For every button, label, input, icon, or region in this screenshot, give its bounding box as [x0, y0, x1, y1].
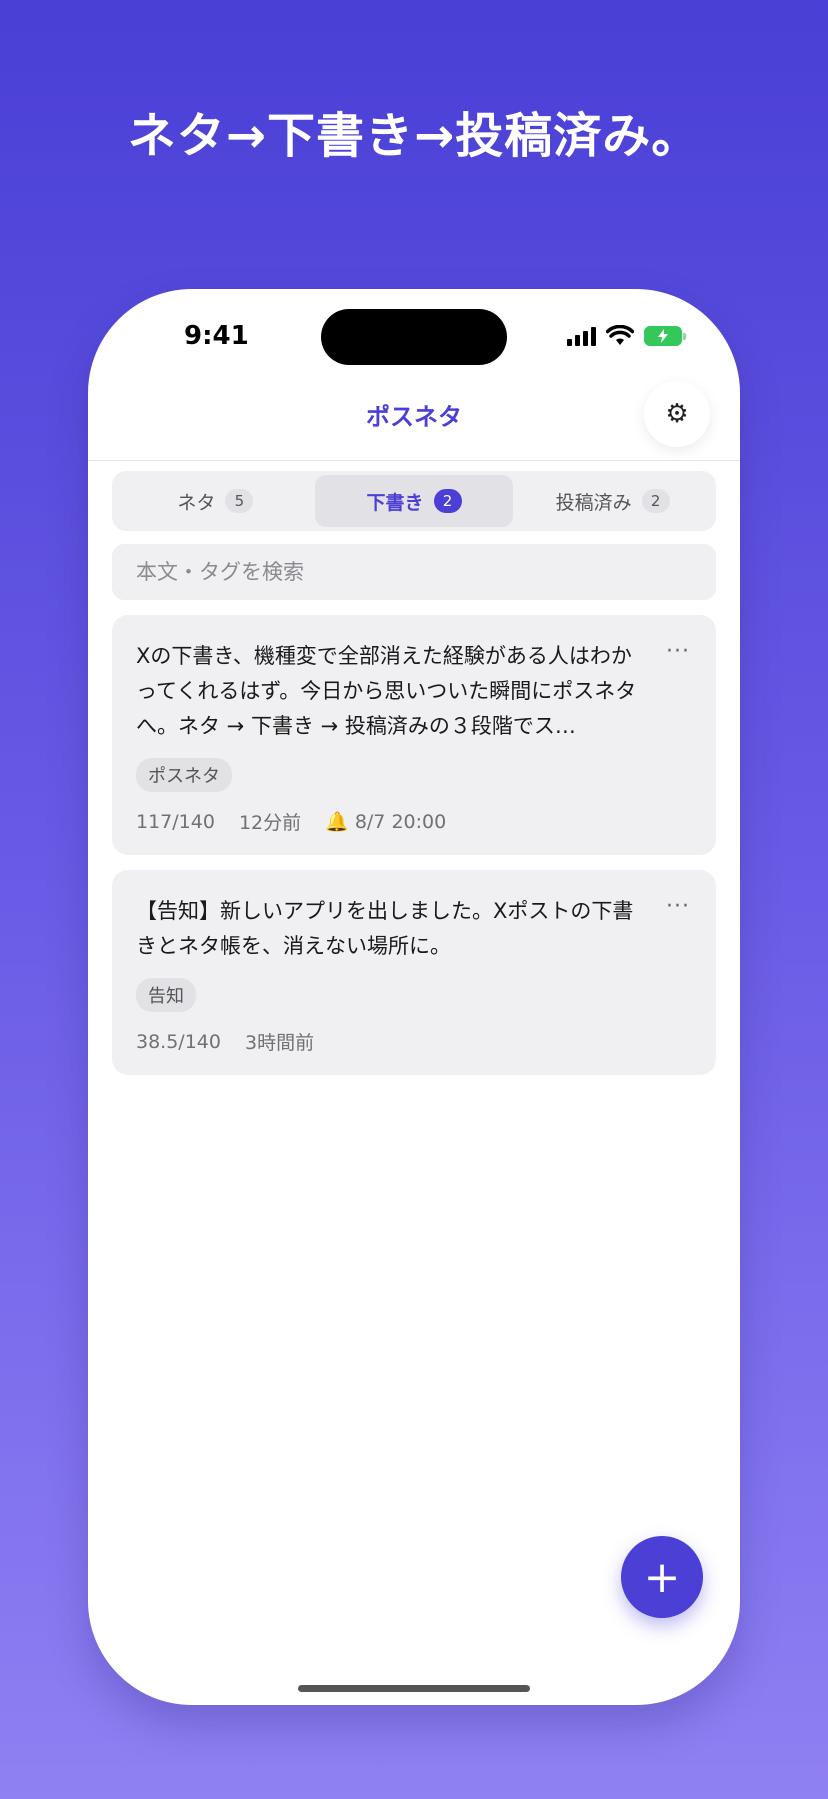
char-count: 38.5/140 — [136, 1030, 221, 1053]
tab-label: 下書き — [366, 491, 424, 514]
wifi-icon — [606, 325, 634, 345]
gear-icon: ⚙ — [665, 399, 689, 429]
tab-posted[interactable]: 投稿済み 2 — [513, 475, 712, 527]
search-input[interactable] — [112, 544, 716, 600]
draft-text: 【告知】新しいアプリを出しました。Xポストの下書きとネタ帳を、消えない場所に。 — [136, 899, 634, 958]
draft-text: Xの下書き、機種変で全部消えた経験がある人はわかってくれるはず。今日から思いつい… — [136, 644, 637, 738]
signal-icon — [567, 326, 596, 346]
timestamp: 3時間前 — [244, 1032, 315, 1054]
plus-icon: + — [643, 1551, 681, 1603]
dynamic-island — [321, 309, 507, 365]
home-indicator — [298, 1685, 530, 1692]
tab-count-badge: 5 — [225, 489, 254, 513]
more-options-button[interactable]: ··· — [666, 639, 690, 664]
add-button[interactable]: + — [621, 1536, 703, 1618]
phone-frame: 9:41 ポスネタ ⚙ ネタ 5 下書き 2 投稿済み 2 本文・タグを検索 X… — [88, 289, 740, 1705]
draft-card[interactable]: 【告知】新しいアプリを出しました。Xポストの下書きとネタ帳を、消えない場所に。 … — [112, 870, 716, 1075]
tab-neta[interactable]: ネタ 5 — [116, 475, 315, 527]
status-icons — [567, 325, 686, 347]
status-tabs: ネタ 5 下書き 2 投稿済み 2 — [112, 471, 716, 531]
tab-count-badge: 2 — [433, 489, 462, 513]
tag-chip[interactable]: ポスネタ — [136, 758, 232, 792]
tab-label: 投稿済み — [555, 491, 632, 514]
nav-divider — [88, 460, 740, 461]
card-meta: 38.5/140 3時間前 — [136, 1028, 692, 1055]
tab-drafts[interactable]: 下書き 2 — [314, 475, 514, 527]
tab-label: ネタ — [177, 491, 216, 514]
card-meta: 117/140 12分前 🔔 8/7 20:00 — [136, 808, 692, 835]
draft-card[interactable]: Xの下書き、機種変で全部消えた経験がある人はわかってくれるはず。今日から思いつい… — [112, 615, 716, 855]
tag-chip[interactable]: 告知 — [136, 978, 196, 1012]
reminder-label: 🔔 8/7 20:00 — [325, 811, 447, 833]
settings-button[interactable]: ⚙ — [644, 381, 710, 447]
tab-count-badge: 2 — [641, 489, 670, 513]
nav-title: ポスネタ — [366, 403, 462, 431]
more-options-button[interactable]: ··· — [666, 894, 690, 919]
status-time: 9:41 — [184, 321, 249, 351]
timestamp: 12分前 — [238, 812, 302, 834]
battery-charging-icon — [644, 326, 686, 346]
headline: ネタ→下書き→投稿済み。 — [127, 108, 701, 164]
char-count: 117/140 — [136, 810, 215, 833]
